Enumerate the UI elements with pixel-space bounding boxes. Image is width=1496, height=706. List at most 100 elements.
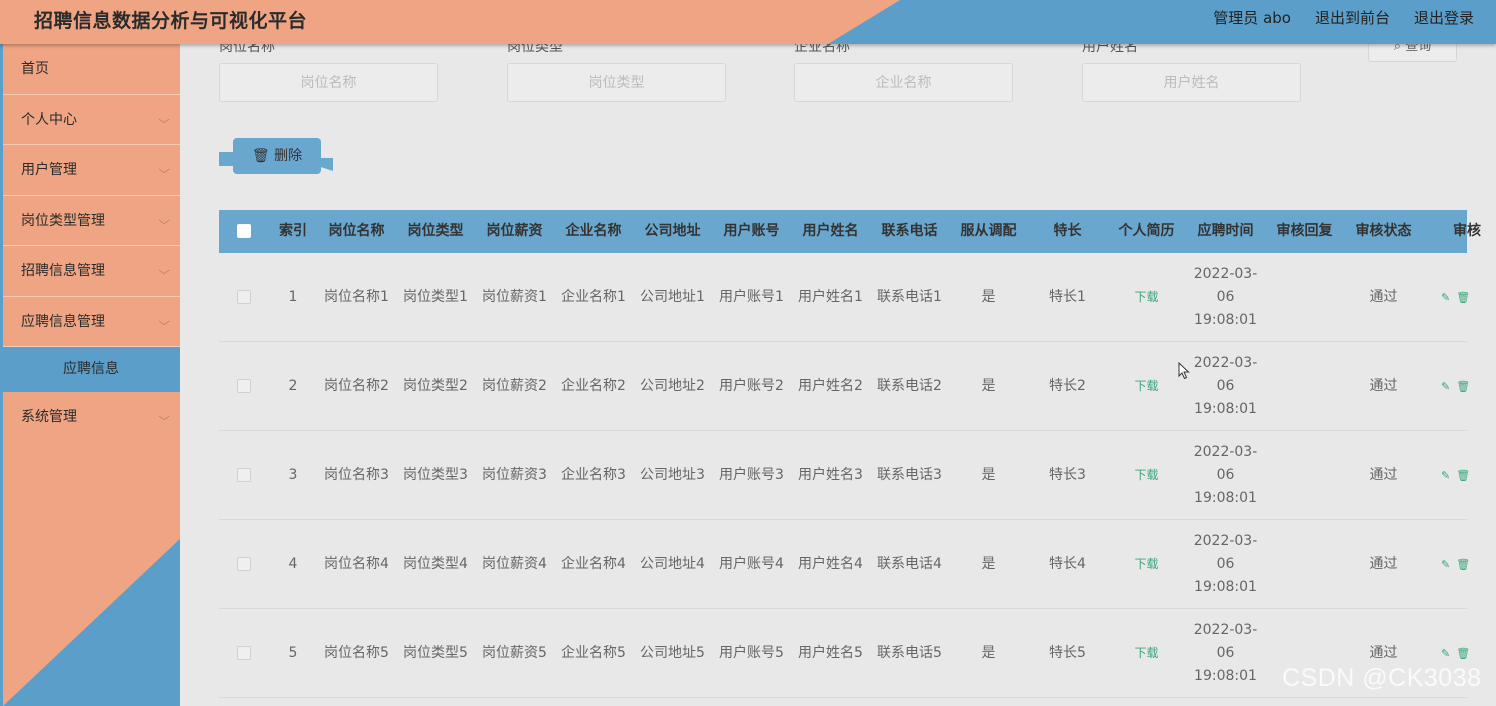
salary-cell: 岗位薪资5 <box>482 644 547 661</box>
type-cell: 岗位类型4 <box>403 555 468 572</box>
address-cell: 公司地址1 <box>640 288 705 305</box>
chevron-down-icon: ⌵ <box>157 163 170 176</box>
edit-icon[interactable]: ✎ <box>1441 553 1450 576</box>
row-checkbox-cell <box>219 642 269 665</box>
index-cell: 5 <box>288 644 298 661</box>
account-cell: 用户账号5 <box>719 644 784 661</box>
company-name-input[interactable] <box>794 63 1013 102</box>
skill-cell: 特长1 <box>1049 288 1086 305</box>
address-cell: 公司地址2 <box>640 377 705 394</box>
row-checkbox[interactable] <box>237 556 251 571</box>
sidebar-item-recruitment-management[interactable]: 招聘信息管理 ⌵ <box>3 246 180 297</box>
type-cell: 岗位类型3 <box>403 466 468 483</box>
row-actions: ✎ 🗑 <box>1423 642 1496 665</box>
table-body: 1 岗位名称1 岗位类型1 岗位薪资1 企业名称1 公司地址1 用户账号1 用户姓名1 联系电话… <box>219 253 1470 698</box>
watermark: CSDN @CK3038 <box>1282 664 1482 692</box>
logout-link[interactable]: 退出登录 <box>1414 7 1474 28</box>
sidebar-item-system-management[interactable]: 系统管理 ⌵ <box>3 392 180 443</box>
phone-cell: 联系电话4 <box>877 555 942 572</box>
exit-to-front-link[interactable]: 退出到前台 <box>1315 7 1390 28</box>
chevron-down-icon: ⌵ <box>157 112 170 126</box>
delete-label: 删除 <box>274 148 303 164</box>
phone-cell: 联系电话3 <box>877 466 942 483</box>
type-cell: 岗位类型2 <box>403 377 468 394</box>
search-icon: ⌕ <box>1393 44 1406 54</box>
select-all-checkbox[interactable] <box>237 224 251 238</box>
job-type-input[interactable] <box>507 63 726 102</box>
user-cell: 用户姓名2 <box>798 377 863 394</box>
job-name-input[interactable] <box>219 63 438 102</box>
sidebar: 首页 个人中心 ⌵ 用户管理 ⌵ 岗位类型管理 ⌵ 招聘信息管理 ⌵ 应聘信息管理 ⌵ 应… <box>0 44 180 706</box>
download-resume-link[interactable]: 下载 <box>1134 290 1158 304</box>
resume-cell: 下载 <box>1107 375 1186 398</box>
download-resume-link[interactable]: 下载 <box>1134 646 1158 660</box>
apply-time-cell: 2022-03-06 19:08:01 <box>1193 532 1258 595</box>
row-checkbox[interactable] <box>237 467 251 482</box>
skill-cell: 特长5 <box>1049 644 1086 661</box>
phone-cell: 联系电话5 <box>877 644 942 661</box>
column-header: 审核回复 <box>1276 223 1333 239</box>
download-resume-link[interactable]: 下载 <box>1134 468 1158 482</box>
trash-icon[interactable]: 🗑 <box>1456 286 1470 309</box>
row-checkbox[interactable] <box>237 645 251 660</box>
row-checkbox[interactable] <box>237 378 251 393</box>
sidebar-item-job-type-management[interactable]: 岗位类型管理 ⌵ <box>3 196 180 246</box>
edit-icon[interactable]: ✎ <box>1441 464 1450 487</box>
obey-cell: 是 <box>981 466 996 483</box>
sidebar-item-home[interactable]: 首页 <box>3 44 180 95</box>
name-cell: 岗位名称4 <box>324 555 389 572</box>
top-header: 招聘信息数据分析与可视化平台 管理员 abo 退出到前台 退出登录 <box>0 0 1496 44</box>
trash-icon[interactable]: 🗑 <box>1456 375 1470 398</box>
column-header: 索引 <box>279 223 307 239</box>
trash-icon[interactable]: 🗑 <box>1456 464 1470 487</box>
row-checkbox[interactable] <box>237 289 251 304</box>
resume-cell: 下载 <box>1107 286 1186 309</box>
table-row: 3 岗位名称3 岗位类型3 岗位薪资3 企业名称3 公司地址3 用户账号3 用户姓名3 联系电话… <box>219 431 1470 520</box>
sidebar-item-user-management[interactable]: 用户管理 ⌵ <box>3 145 180 196</box>
edit-icon[interactable]: ✎ <box>1441 642 1450 665</box>
user-name-input[interactable] <box>1082 63 1301 102</box>
search-label-company-name: 企业名称 <box>794 44 850 55</box>
sidebar-subitem-application-info[interactable]: 应聘信息 <box>3 347 180 392</box>
address-cell: 公司地址3 <box>640 466 705 483</box>
review-status-cell: 通过 <box>1369 644 1398 661</box>
apply-time-cell: 2022-03-06 19:08:01 <box>1193 354 1258 417</box>
name-cell: 岗位名称2 <box>324 377 389 394</box>
operations-cell: ✎ 🗑 <box>1423 375 1496 398</box>
admin-user-link[interactable]: 管理员 abo <box>1213 7 1291 28</box>
edit-icon[interactable]: ✎ <box>1441 286 1450 309</box>
delete-button[interactable]: 🗑 删除 <box>233 138 321 174</box>
salary-cell: 岗位薪资1 <box>482 288 547 305</box>
type-cell: 岗位类型5 <box>403 644 468 661</box>
skill-cell: 特长2 <box>1049 377 1086 394</box>
trash-icon[interactable]: 🗑 <box>1456 642 1470 665</box>
trash-icon: 🗑 <box>251 148 275 164</box>
company-cell: 企业名称1 <box>561 288 626 305</box>
query-button[interactable]: ⌕ 查询 <box>1368 44 1457 62</box>
review-status-cell: 通过 <box>1369 377 1398 394</box>
index-cell: 3 <box>288 466 298 483</box>
obey-cell: 是 <box>981 644 996 661</box>
sidebar-item-personal-center[interactable]: 个人中心 ⌵ <box>3 95 180 145</box>
row-actions: ✎ 🗑 <box>1423 375 1496 398</box>
sidebar-item-label: 首页 <box>21 61 49 77</box>
sidebar-decoration <box>3 536 180 706</box>
download-resume-link[interactable]: 下载 <box>1134 379 1158 393</box>
operations-cell: ✎ 🗑 <box>1423 642 1496 665</box>
sidebar-item-application-management[interactable]: 应聘信息管理 ⌵ <box>3 297 180 347</box>
download-resume-link[interactable]: 下载 <box>1134 557 1158 571</box>
chevron-down-icon: ⌵ <box>157 410 170 423</box>
search-label-job-name: 岗位名称 <box>219 44 275 55</box>
column-header: 企业名称 <box>565 223 622 239</box>
review-status-cell: 通过 <box>1369 555 1398 572</box>
trash-icon[interactable]: 🗑 <box>1456 553 1470 576</box>
index-cell: 1 <box>288 288 298 305</box>
row-checkbox-cell <box>219 375 269 398</box>
edit-icon[interactable]: ✎ <box>1441 375 1450 398</box>
chevron-up-icon: ⌵ <box>157 314 170 328</box>
resume-cell: 下载 <box>1107 642 1186 665</box>
header-actions: 管理员 abo 退出到前台 退出登录 <box>1213 7 1474 28</box>
user-cell: 用户姓名4 <box>798 555 863 572</box>
table-row: 4 岗位名称4 岗位类型4 岗位薪资4 企业名称4 公司地址4 用户账号4 用户姓名4 联系电话… <box>219 520 1470 609</box>
column-header: 联系电话 <box>881 223 938 239</box>
